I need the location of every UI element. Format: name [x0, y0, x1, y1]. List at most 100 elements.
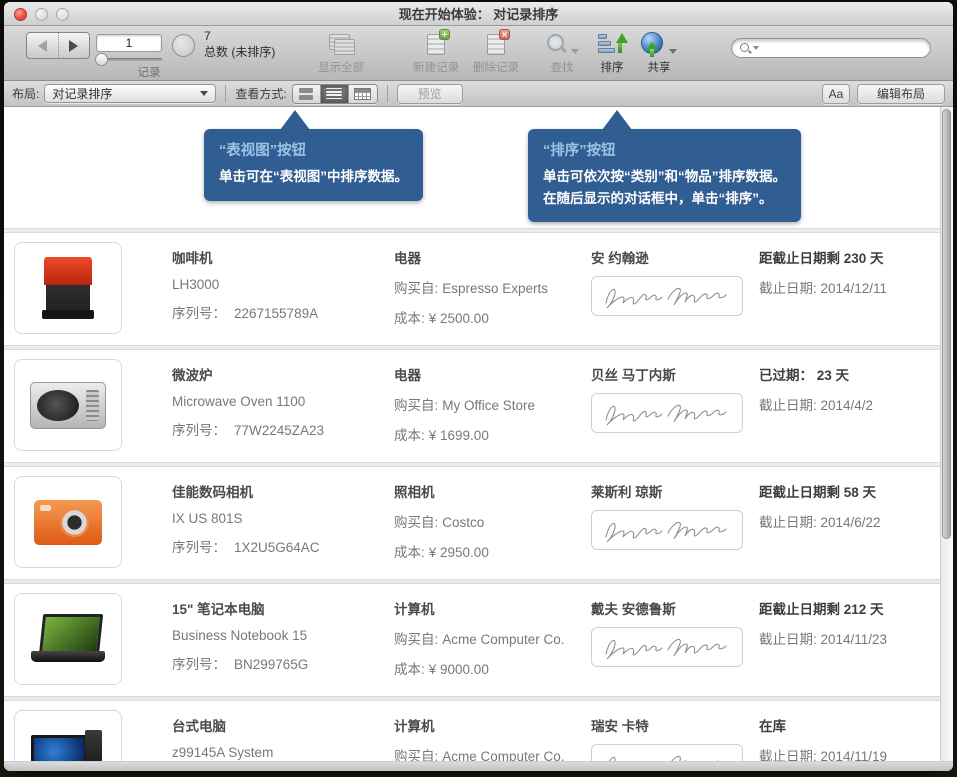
cost-label: 成本: — [394, 428, 425, 443]
form-view-button[interactable] — [293, 85, 321, 103]
list-view-button[interactable] — [321, 85, 349, 103]
callout-arrow-up-icon — [280, 110, 310, 130]
owner-name[interactable]: 安 约翰逊 — [591, 233, 759, 267]
minimize-window-icon[interactable] — [35, 8, 48, 21]
purchase-info-cell: 计算机 购买自:Acme Computer Co. 成本:¥ 9000.00 — [394, 584, 591, 696]
signature-image — [598, 281, 736, 311]
item-category[interactable]: 照相机 — [394, 467, 591, 501]
owner-name[interactable]: 瑞安 卡特 — [591, 701, 759, 735]
record-row[interactable]: 佳能数码相机 IX US 801S 序列号：1X2U5G64AC 照相机 购买自… — [4, 467, 940, 579]
due-date-text[interactable]: 截止日期: 2014/11/19 — [759, 745, 940, 761]
found-set-pie-icon[interactable] — [172, 34, 195, 57]
vendor-value: Espresso Experts — [442, 281, 548, 296]
item-name[interactable]: 台式电脑 — [172, 701, 394, 735]
item-serial[interactable]: 序列号：77W2245ZA23 — [172, 419, 394, 439]
item-serial[interactable]: 序列号：1X2U5G64AC — [172, 536, 394, 556]
item-photo-frame[interactable] — [14, 476, 122, 568]
item-category[interactable]: 计算机 — [394, 584, 591, 618]
item-model[interactable]: z99145A System — [172, 745, 394, 760]
status-text[interactable]: 距截止日期剩 212 天 — [759, 584, 940, 618]
zoom-window-icon[interactable] — [56, 8, 69, 21]
item-model[interactable]: IX US 801S — [172, 511, 394, 526]
digital-camera-photo — [34, 500, 102, 545]
record-row[interactable]: 15" 笔记本电脑 Business Notebook 15 序列号：BN299… — [4, 584, 940, 696]
due-date-text[interactable]: 截止日期: 2014/4/2 — [759, 394, 940, 414]
callout-title: “表视图”按钮 — [219, 139, 408, 160]
scrollbar-thumb[interactable] — [942, 109, 951, 539]
signature-field[interactable] — [591, 744, 743, 761]
item-model[interactable]: Business Notebook 15 — [172, 628, 394, 643]
item-cost[interactable]: 成本:¥ 2950.00 — [394, 541, 591, 561]
item-vendor[interactable]: 购买自:Acme Computer Co. — [394, 628, 591, 648]
item-category[interactable]: 计算机 — [394, 701, 591, 735]
next-record-button[interactable] — [59, 33, 90, 58]
table-view-button[interactable] — [349, 85, 377, 103]
title-bar[interactable]: 现在开始体验： 对记录排序 — [4, 2, 953, 26]
item-cost[interactable]: 成本:¥ 2500.00 — [394, 307, 591, 327]
due-date-text[interactable]: 截止日期: 2014/6/22 — [759, 511, 940, 531]
item-serial[interactable]: 序列号：2267155789A — [172, 302, 394, 322]
signature-field[interactable] — [591, 276, 743, 316]
previous-record-button[interactable] — [27, 33, 59, 58]
item-serial[interactable]: 序列号：BN299765G — [172, 653, 394, 673]
share-button[interactable]: 共享 — [620, 30, 698, 75]
status-cell: 已过期： 23 天 截止日期: 2014/4/2 — [759, 350, 940, 462]
item-name[interactable]: 15" 笔记本电脑 — [172, 584, 394, 618]
item-photo-frame[interactable] — [14, 359, 122, 451]
cost-label: 成本: — [394, 311, 425, 326]
item-cost[interactable]: 成本:¥ 1699.00 — [394, 424, 591, 444]
item-photo-cell — [4, 584, 172, 696]
signature-field[interactable] — [591, 627, 743, 667]
item-name[interactable]: 咖啡机 — [172, 233, 394, 267]
vendor-value: Acme Computer Co. — [442, 749, 564, 761]
edit-layout-button[interactable]: 编辑布局 — [857, 84, 945, 104]
record-row[interactable]: 微波炉 Microwave Oven 1100 序列号：77W2245ZA23 … — [4, 350, 940, 462]
item-vendor[interactable]: 购买自:Acme Computer Co. — [394, 745, 591, 761]
item-model[interactable]: Microwave Oven 1100 — [172, 394, 394, 409]
record-row[interactable]: 台式电脑 z99145A System 序列号：2223ZM400 计算机 购买… — [4, 701, 940, 761]
item-category[interactable]: 电器 — [394, 233, 591, 267]
record-slider[interactable] — [96, 58, 162, 61]
search-input[interactable] — [760, 40, 923, 56]
item-photo-frame[interactable] — [14, 242, 122, 334]
item-vendor[interactable]: 购买自:My Office Store — [394, 394, 591, 414]
callout-text: 单击可依次按“类别”和“物品”排序数据。 — [543, 166, 786, 188]
vertical-scrollbar[interactable] — [940, 107, 953, 761]
sort-callout: “排序”按钮 单击可依次按“类别”和“物品”排序数据。 在随后显示的对话框中，单… — [528, 129, 801, 222]
status-text[interactable]: 已过期： 23 天 — [759, 350, 940, 384]
due-date-text[interactable]: 截止日期: 2014/11/23 — [759, 628, 940, 648]
show-all-button[interactable]: 显示全部 — [302, 30, 380, 75]
status-text[interactable]: 距截止日期剩 58 天 — [759, 467, 940, 501]
status-text[interactable]: 在库 — [759, 701, 940, 735]
item-photo-frame[interactable] — [14, 593, 122, 685]
item-info-cell: 台式电脑 z99145A System 序列号：2223ZM400 — [172, 701, 394, 761]
preview-button[interactable]: 预览 — [397, 84, 463, 104]
signature-field[interactable] — [591, 393, 743, 433]
item-vendor[interactable]: 购买自:Costco — [394, 511, 591, 531]
owner-name[interactable]: 贝丝 马丁内斯 — [591, 350, 759, 384]
item-photo-frame[interactable] — [14, 710, 122, 761]
status-text[interactable]: 距截止日期剩 230 天 — [759, 233, 940, 267]
signature-field[interactable] — [591, 510, 743, 550]
item-model[interactable]: LH3000 — [172, 277, 394, 292]
formatting-bar-button[interactable]: Aa — [822, 84, 850, 104]
item-cost[interactable]: 成本:¥ 9000.00 — [394, 658, 591, 678]
current-record-input[interactable] — [96, 34, 162, 52]
owner-name[interactable]: 莱斯利 琼斯 — [591, 467, 759, 501]
close-window-icon[interactable] — [14, 8, 27, 21]
item-category[interactable]: 电器 — [394, 350, 591, 384]
app-window: 现在开始体验： 对记录排序 7 总数 (未排序) 记录 显示全部 + 新建记录 … — [4, 2, 953, 771]
cost-value: ¥ 9000.00 — [429, 662, 489, 677]
layout-popup-value: 对记录排序 — [52, 85, 200, 102]
record-row[interactable]: 咖啡机 LH3000 序列号：2267155789A 电器 购买自:Espres… — [4, 233, 940, 345]
item-name[interactable]: 佳能数码相机 — [172, 467, 394, 501]
quick-find-field[interactable] — [731, 38, 931, 58]
owner-name[interactable]: 戴夫 安德鲁斯 — [591, 584, 759, 618]
layout-popup[interactable]: 对记录排序 — [44, 84, 216, 103]
vendor-label: 购买自: — [394, 398, 438, 413]
item-name[interactable]: 微波炉 — [172, 350, 394, 384]
due-date-text[interactable]: 截止日期: 2014/12/11 — [759, 277, 940, 297]
serial-label: 序列号： — [172, 540, 226, 555]
window-title: 现在开始体验： 对记录排序 — [4, 4, 953, 23]
item-vendor[interactable]: 购买自:Espresso Experts — [394, 277, 591, 297]
